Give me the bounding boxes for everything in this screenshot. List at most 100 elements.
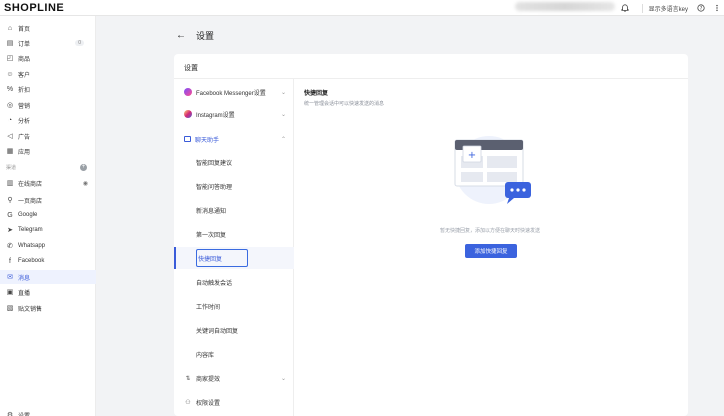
sidebar-item-online-store[interactable]: ▥ 在线商店 ◉ [0, 176, 96, 190]
gear-icon: ⚙ [6, 412, 14, 416]
sidebar-item-label: Whatsapp [18, 243, 46, 249]
menu-item-chat-assistant[interactable]: 聊天助手 ⌃ [174, 128, 294, 150]
menu-item-quick-reply[interactable]: 快捷回复 [174, 247, 294, 269]
order-icon: ▤ [6, 40, 14, 47]
sidebar-item-marketing[interactable]: ◎ 营销 [0, 98, 96, 112]
sidebar-item-google[interactable]: G Google [0, 208, 96, 222]
chevron-up-icon: ⌃ [280, 136, 286, 143]
sidebar-item-label: 广告 [18, 134, 31, 141]
menu-item-messenger-settings[interactable]: Facebook Messenger设置 ⌄ [174, 81, 294, 103]
menu-item-instagram-settings[interactable]: Instagram设置 ⌄ [174, 103, 294, 125]
menu-item-label: 工作时间 [196, 304, 221, 311]
discount-icon: % [6, 85, 14, 93]
sidebar: ⌂ 首页 ▤ 订单 0 ◰ 商品 ☺ 客户 % 折扣 ◎ 营销 ◔ 分析 ◁ 广… [0, 16, 96, 416]
language-key-toggle[interactable]: 显示多语言key [649, 4, 688, 13]
sidebar-item-label: 商品 [18, 56, 31, 63]
top-bar: SHOPLINE [0, 0, 724, 16]
sidebar-item-live[interactable]: ▣ 直播 [0, 285, 96, 299]
sidebar-item-label: 直播 [18, 290, 31, 297]
apps-icon: ▦ [6, 148, 14, 155]
add-channel-icon[interactable]: + [80, 164, 87, 171]
sidebar-item-post-sales[interactable]: ▧ 贴文销售 [0, 301, 96, 315]
analytics-icon: ◔ [7, 116, 13, 124]
ads-icon: ◁ [7, 133, 13, 140]
whatsapp-icon: ✆ [7, 243, 13, 250]
help-icon[interactable]: ? [696, 3, 706, 13]
back-arrow-icon[interactable]: ← [176, 30, 186, 41]
sidebar-item-label: 应用 [18, 149, 31, 156]
chevron-down-icon: ⌄ [280, 375, 286, 382]
chevron-down-icon: ⌄ [280, 89, 286, 96]
telegram-icon: ➤ [7, 227, 13, 234]
menu-item-label: Instagram设置 [196, 112, 235, 119]
settings-card: 设置 Facebook Messenger设置 ⌄ Instagram设置 ⌄ … [174, 54, 688, 416]
sidebar-item-settings[interactable]: ⚙ 设置 [0, 408, 96, 416]
instagram-icon [184, 110, 192, 118]
menu-item-label: 智能问答助理 [196, 184, 233, 191]
sidebar-item-label: 一页商店 [18, 198, 43, 205]
divider [641, 3, 643, 13]
sidebar-item-label: 订单 [18, 41, 31, 48]
channels-section-label: 渠道 [6, 165, 17, 171]
menu-item-label: 商家提效 [196, 376, 221, 383]
sidebar-item-label: Telegram [18, 227, 43, 233]
sidebar-item-ads[interactable]: ◁ 广告 [0, 129, 96, 143]
sidebar-item-label: 消息 [18, 275, 31, 282]
menu-item-label: 智能回复建议 [196, 160, 233, 167]
menu-item-permission-settings[interactable]: ⚇ 权限设置 [174, 391, 294, 413]
sidebar-item-customers[interactable]: ☺ 客户 [0, 67, 96, 81]
sidebar-item-whatsapp[interactable]: ✆ Whatsapp [0, 239, 96, 253]
sidebar-item-label: 设置 [18, 411, 30, 416]
sidebar-item-orders[interactable]: ▤ 订单 0 [0, 36, 96, 50]
blurred-store-name [515, 2, 615, 11]
sidebar-item-discounts[interactable]: % 折扣 [0, 82, 96, 96]
sidebar-item-home[interactable]: ⌂ 首页 [0, 21, 96, 35]
customer-icon: ☺ [6, 70, 14, 78]
bell-icon[interactable] [620, 3, 630, 13]
sidebar-item-messages[interactable]: ✉ 消息 [0, 270, 96, 284]
menu-item-smart-reply-suggestions[interactable]: 智能回复建议 [174, 151, 294, 173]
menu-item-label: 第一次回复 [196, 232, 227, 239]
add-quick-reply-button[interactable]: 添加快捷回复 [465, 244, 517, 258]
empty-state-text: 暂无快捷回复，添加以方便在聊天时快速发送 [439, 228, 540, 234]
chat-assistant-icon [184, 136, 191, 142]
home-icon: ⌂ [7, 24, 13, 32]
menu-item-working-hours[interactable]: 工作时间 [174, 295, 294, 317]
message-icon: ✉ [7, 274, 13, 281]
one-page-icon: ⚲ [7, 197, 13, 204]
sidebar-item-label: 在线商店 [18, 181, 43, 188]
empty-state-illustration: + [454, 136, 531, 204]
shopline-logo[interactable]: SHOPLINE [0, 2, 64, 14]
product-icon: ◰ [6, 55, 14, 62]
menu-item-first-reply[interactable]: 第一次回复 [174, 223, 294, 245]
more-icon[interactable] [712, 3, 722, 13]
settings-menu: Facebook Messenger设置 ⌄ Instagram设置 ⌄ 聊天助… [174, 79, 294, 416]
eye-icon[interactable]: ◉ [83, 180, 88, 187]
sidebar-item-telegram[interactable]: ➤ Telegram [0, 223, 96, 237]
marketing-icon: ◎ [6, 102, 14, 109]
svg-text:+: + [468, 150, 476, 161]
sidebar-item-label: 贴文销售 [18, 306, 43, 313]
card-title: 设置 [184, 65, 198, 72]
menu-item-content-library[interactable]: 内容库 [174, 343, 294, 365]
sidebar-item-label: 折扣 [18, 87, 31, 94]
messenger-icon [184, 88, 192, 96]
store-icon: ▥ [6, 180, 14, 187]
sidebar-item-analytics[interactable]: ◔ 分析 [0, 113, 96, 127]
menu-item-keyword-auto-reply[interactable]: 关键词自动回复 [174, 319, 294, 341]
sidebar-item-facebook[interactable]: f Facebook [0, 254, 96, 268]
menu-item-new-message-notification[interactable]: 新消息通知 [174, 199, 294, 221]
permission-icon: ⚇ [185, 399, 191, 406]
efficiency-icon: ⇅ [185, 375, 191, 382]
menu-item-auto-trigger-session[interactable]: 自动触发会话 [174, 271, 294, 293]
menu-item-label: Facebook Messenger设置 [196, 90, 266, 97]
sidebar-item-products[interactable]: ◰ 商品 [0, 51, 96, 65]
sidebar-item-one-page-store[interactable]: ⚲ 一页商店 [0, 193, 96, 207]
sidebar-item-apps[interactable]: ▦ 应用 [0, 144, 96, 158]
sidebar-item-label: Facebook [18, 258, 45, 264]
menu-item-smart-qa-assistant[interactable]: 智能问答助理 [174, 175, 294, 197]
top-right-tools: 显示多语言key ? [620, 0, 724, 16]
menu-item-merchant-efficiency[interactable]: ⇅ 商家提效 ⌄ [174, 367, 294, 389]
sidebar-item-label: 首页 [18, 26, 31, 33]
google-icon: G [7, 211, 13, 219]
